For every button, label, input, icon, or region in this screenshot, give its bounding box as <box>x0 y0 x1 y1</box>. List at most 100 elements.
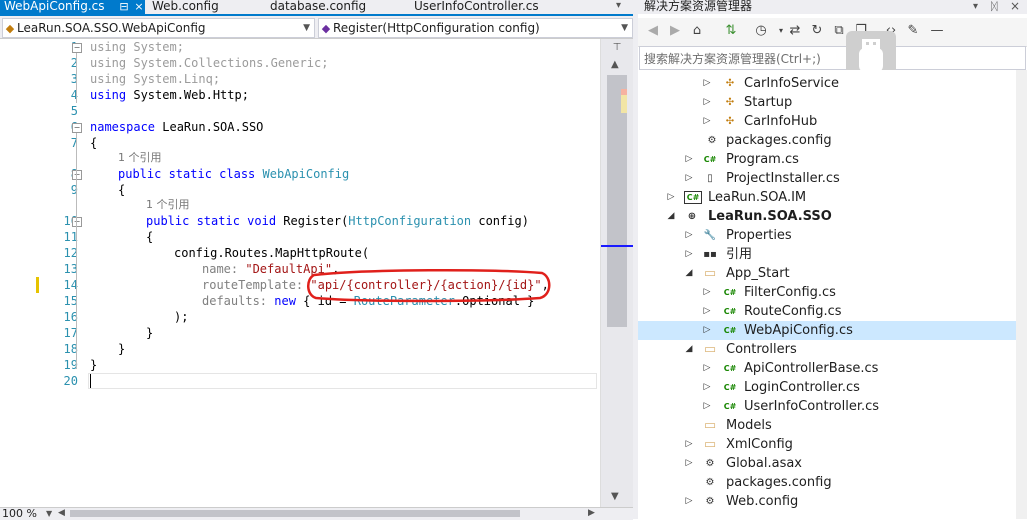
tree-item[interactable]: ◢ ⊕ LeaRun.SOA.SSO <box>638 207 1027 226</box>
tree-item[interactable]: ▷ C# Program.cs <box>638 150 1027 169</box>
expand-arrow-icon[interactable]: ▷ <box>684 435 694 454</box>
close-icon[interactable]: × <box>1010 0 1020 13</box>
sync-icon[interactable]: ⇅ <box>722 22 740 40</box>
editor-vertical-scrollbar[interactable]: ⊤ ▲ ▼ <box>600 39 634 507</box>
fold-toggle[interactable]: − <box>72 170 82 180</box>
solution-explorer-search[interactable]: 搜索解决方案资源管理器(Ctrl+;) <box>639 46 1026 70</box>
expand-arrow-icon[interactable]: ▷ <box>684 245 694 264</box>
tab-web-config[interactable]: Web.config <box>152 0 219 14</box>
refresh-icon[interactable]: ⇄ <box>786 22 804 40</box>
tree-item[interactable]: ▷ ✣ CarInfoService <box>638 74 1027 93</box>
code-line: using System; <box>90 40 184 54</box>
config-file-icon: ⚙ <box>707 135 717 146</box>
tree-item[interactable]: ◢ ▭ Controllers <box>638 340 1027 359</box>
collapse-arrow-icon[interactable]: ◢ <box>684 340 694 359</box>
home-icon[interactable]: ⌂ <box>688 22 706 40</box>
close-tab-icon[interactable]: × <box>133 0 145 14</box>
chevron-down-icon[interactable]: ▼ <box>46 507 52 520</box>
minimize-icon[interactable]: — <box>928 22 946 40</box>
fold-toggle[interactable]: − <box>72 43 82 53</box>
expand-arrow-icon[interactable]: ▷ <box>684 454 694 473</box>
collapse-arrow-icon[interactable]: ◢ <box>684 264 694 283</box>
tab-overflow-icon[interactable]: ▾ <box>616 0 621 11</box>
line-number: 14 <box>63 278 78 292</box>
expand-arrow-icon[interactable]: ▷ <box>702 397 712 416</box>
back-icon[interactable]: ◀ <box>644 22 662 40</box>
scroll-left-icon[interactable]: ◀ <box>58 507 65 520</box>
tree-item[interactable]: ▷ ▯ ProjectInstaller.cs <box>638 169 1027 188</box>
code-line: } <box>118 342 126 356</box>
tab-label: database.config <box>270 0 367 13</box>
tree-item[interactable]: ▷ ▪▪ 引用 <box>638 245 1027 264</box>
code-editor[interactable]: 1 2 3 4 5 6 7 8 9 10 11 12 13 14 15 16 1… <box>0 39 600 507</box>
expand-arrow-icon[interactable]: ▷ <box>666 188 676 207</box>
tree-item-label: 引用 <box>726 247 753 262</box>
tree-item[interactable]: ▷ C# FilterConfig.cs <box>638 283 1027 302</box>
tree-item[interactable]: ▷ ✣ CarInfoHub <box>638 112 1027 131</box>
solution-tree[interactable]: ▷ ✣ CarInfoService ▷ ✣ Startup ▷ ✣ CarIn… <box>638 70 1027 519</box>
fold-toggle[interactable]: − <box>72 217 82 227</box>
properties-wrench-icon[interactable]: ✎ <box>904 22 922 40</box>
tree-item[interactable]: ⚙ packages.config <box>638 131 1027 150</box>
code-line: using System.Collections.Generic; <box>90 56 329 70</box>
tree-scrollbar[interactable] <box>1016 70 1027 519</box>
tree-item[interactable]: ▷ C# RouteConfig.cs <box>638 302 1027 321</box>
solution-explorer-title: 解决方案资源管理器 <box>644 0 753 13</box>
expand-arrow-icon[interactable]: ▷ <box>702 112 712 131</box>
tree-item[interactable]: ▷ C# ApiControllerBase.cs <box>638 359 1027 378</box>
collapse-arrow-icon[interactable]: ◢ <box>666 207 676 226</box>
dropdown-icon[interactable]: ▾ <box>973 0 978 13</box>
scroll-up-icon[interactable]: ▲ <box>611 59 619 70</box>
tree-item-label: LeaRun.SOA.SSO <box>708 209 832 224</box>
tree-item[interactable]: ▷ C# LoginController.cs <box>638 378 1027 397</box>
pending-changes-icon[interactable]: ◷ <box>752 22 770 40</box>
codelens-references[interactable]: 1 个引用 <box>146 197 190 213</box>
expand-arrow-icon[interactable]: ▷ <box>684 492 694 511</box>
tab-database-config[interactable]: database.config <box>270 0 366 14</box>
tab-webapiconfig[interactable]: WebApiConfig.cs <box>0 0 133 14</box>
tree-item[interactable]: ▷ 🔧 Properties <box>638 226 1027 245</box>
fold-guide <box>76 133 77 369</box>
pin-icon[interactable]: ᛞ <box>991 0 998 13</box>
type-dropdown[interactable]: ◆ LeaRun.SOA.SSO.WebApiConfig ▼ <box>2 18 315 38</box>
scroll-down-icon[interactable]: ▼ <box>611 491 619 502</box>
tree-item[interactable]: ▷ ⚙ Global.asax <box>638 454 1027 473</box>
expand-arrow-icon[interactable]: ▷ <box>702 359 712 378</box>
horizontal-scrollbar-thumb[interactable] <box>70 510 520 517</box>
split-icon[interactable]: ⊤ <box>611 43 623 53</box>
tree-item-selected[interactable]: ▷ C# WebApiConfig.cs <box>638 321 1027 340</box>
expand-arrow-icon[interactable]: ▷ <box>702 302 712 321</box>
tree-item[interactable]: ◢ ▭ App_Start <box>638 264 1027 283</box>
expand-arrow-icon[interactable]: ▷ <box>702 321 712 340</box>
tree-item-label: Program.cs <box>726 152 799 167</box>
search-input-placeholder[interactable]: 搜索解决方案资源管理器(Ctrl+;) <box>644 50 821 67</box>
expand-arrow-icon[interactable]: ▷ <box>684 226 694 245</box>
change-mark <box>621 95 627 113</box>
zoom-level[interactable]: 100 % <box>2 507 37 520</box>
asax-file-icon: ⚙ <box>705 458 715 469</box>
tree-item[interactable]: ▷ ✣ Startup <box>638 93 1027 112</box>
editor-tab-bar: WebApiConfig.cs ⊟ × Web.config database.… <box>0 0 633 16</box>
expand-arrow-icon[interactable]: ▷ <box>684 169 694 188</box>
pin-tab-icon[interactable]: ⊟ <box>118 0 130 14</box>
codelens-references[interactable]: 1 个引用 <box>118 150 162 166</box>
member-dropdown[interactable]: ◆ Register(HttpConfiguration config) ▼ <box>318 18 633 38</box>
code-line: } <box>90 358 98 372</box>
collapse-all-icon[interactable]: ↻ <box>808 22 826 40</box>
tree-item[interactable]: ▷ C# LeaRun.SOA.IM <box>638 188 1027 207</box>
expand-arrow-icon[interactable]: ▷ <box>684 150 694 169</box>
tree-item-label: CarInfoService <box>744 76 840 91</box>
expand-arrow-icon[interactable]: ▷ <box>702 378 712 397</box>
tree-item[interactable]: ▷ ⚙ Web.config <box>638 492 1027 511</box>
tree-item[interactable]: ⚙ packages.config <box>638 473 1027 492</box>
expand-arrow-icon[interactable]: ▷ <box>702 283 712 302</box>
tab-userinfocontroller[interactable]: UserInfoController.cs <box>414 0 539 14</box>
expand-arrow-icon[interactable]: ▷ <box>702 74 712 93</box>
tree-item[interactable]: ▭ Models <box>638 416 1027 435</box>
tree-item[interactable]: ▷ ▭ XmlConfig <box>638 435 1027 454</box>
fold-toggle[interactable]: − <box>72 123 82 133</box>
scroll-right-icon[interactable]: ▶ <box>588 507 595 520</box>
tree-item[interactable]: ▷ C# UserInfoController.cs <box>638 397 1027 416</box>
forward-icon[interactable]: ▶ <box>666 22 684 40</box>
expand-arrow-icon[interactable]: ▷ <box>702 93 712 112</box>
